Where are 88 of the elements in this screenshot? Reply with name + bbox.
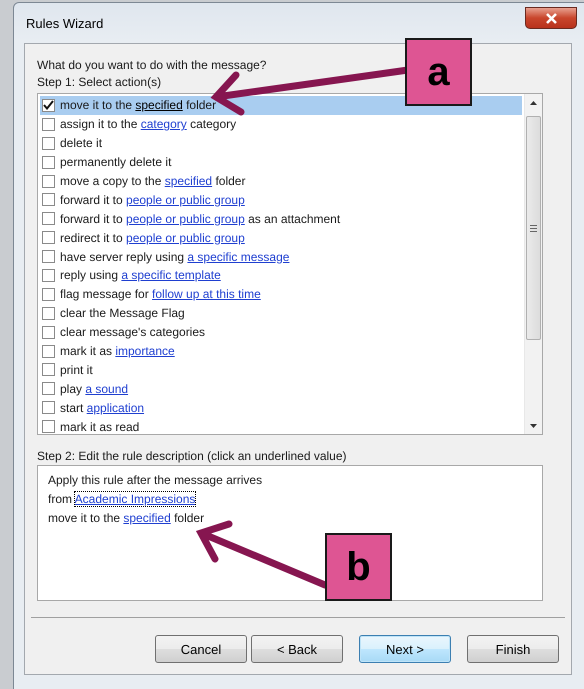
link[interactable]: a specific template <box>121 268 221 282</box>
wizard-button[interactable]: Cancel <box>155 635 247 663</box>
action-label: flag message for follow up at this time <box>60 287 261 302</box>
checkbox[interactable] <box>42 382 55 396</box>
action-row[interactable]: mark it as read <box>40 417 522 436</box>
action-row[interactable]: start application <box>40 398 522 418</box>
action-label: have server reply using a specific message <box>60 250 290 264</box>
callout-label: b <box>325 533 392 601</box>
action-row[interactable]: clear message's categories <box>40 322 522 342</box>
action-row[interactable]: move a copy to the specified folder <box>40 172 522 190</box>
window-title: Rules Wizard <box>26 16 104 30</box>
action-label: clear message's categories <box>60 325 206 340</box>
link[interactable]: a sound <box>85 382 128 396</box>
action-label: permanently delete it <box>60 155 172 170</box>
action-label: mark it as read <box>60 420 140 434</box>
checkbox[interactable] <box>42 268 55 282</box>
close-button[interactable] <box>525 7 577 29</box>
action-label: mark it as importance <box>60 344 175 358</box>
checkbox[interactable] <box>42 212 55 226</box>
link[interactable]: specified <box>164 174 212 188</box>
checkbox[interactable] <box>42 306 55 320</box>
callout-label: a <box>405 38 472 106</box>
link[interactable]: Academic Impressions <box>74 492 196 506</box>
action-row[interactable]: clear the Message Flag <box>40 304 522 323</box>
link[interactable]: people or public group <box>126 212 245 226</box>
checkbox[interactable] <box>42 174 55 188</box>
action-row[interactable]: permanently delete it <box>40 152 522 172</box>
checkbox[interactable] <box>42 193 55 206</box>
action-label: move a copy to the specified folder <box>60 174 246 188</box>
action-row[interactable]: mark it as importance <box>40 342 522 360</box>
grip-icon <box>530 224 537 232</box>
checkbox[interactable] <box>42 288 55 301</box>
link[interactable]: specified <box>123 511 171 525</box>
action-row[interactable]: flag message for follow up at this time <box>40 284 522 304</box>
scroll-up-icon[interactable] <box>530 100 537 104</box>
action-label: clear the Message Flag <box>60 306 185 320</box>
action-row[interactable]: move it to the specified folder <box>40 96 522 115</box>
link[interactable]: people or public group <box>126 230 245 245</box>
link[interactable]: a specific message <box>187 250 290 264</box>
action-label: redirect it to people or public group <box>60 230 245 245</box>
checkbox[interactable] <box>42 156 55 169</box>
description-line: from Academic Impressions <box>48 491 196 508</box>
action-label: play a sound <box>60 382 128 396</box>
action-row[interactable]: print it <box>40 360 522 380</box>
link[interactable]: application <box>86 400 144 415</box>
scroll-down-icon[interactable] <box>530 424 537 428</box>
action-label: assign it to the category category <box>60 117 236 132</box>
action-label: print it <box>60 362 93 377</box>
checkbox[interactable] <box>42 401 55 414</box>
scrollbar[interactable] <box>524 94 542 434</box>
action-label: forward it to people or public group as an attachment <box>60 212 340 226</box>
action-label: forward it to people or public group <box>60 192 245 207</box>
link[interactable]: importance <box>115 344 175 358</box>
wizard-button[interactable]: < Back <box>251 635 343 663</box>
action-row[interactable]: assign it to the category category <box>40 114 522 134</box>
checkbox[interactable] <box>42 98 55 112</box>
action-row[interactable]: reply using a specific template <box>40 266 522 285</box>
action-row[interactable]: delete it <box>40 134 522 153</box>
checkbox[interactable] <box>42 136 55 150</box>
action-label: start application <box>60 400 144 415</box>
link[interactable]: specified <box>135 98 183 112</box>
step-label: Step 2: Edit the rule description (click an underlined value) <box>37 448 347 465</box>
action-row[interactable]: forward it to people or public group <box>40 190 522 210</box>
description-line: Apply this rule after the message arrives <box>48 472 264 489</box>
scroll-thumb[interactable] <box>526 116 541 340</box>
link[interactable]: category <box>140 117 187 132</box>
action-row[interactable]: have server reply using a specific message <box>40 247 522 266</box>
action-label: reply using a specific template <box>60 268 221 282</box>
checkbox[interactable] <box>42 326 55 339</box>
wizard-button[interactable]: Next > <box>359 635 451 663</box>
close-icon <box>544 12 558 24</box>
action-label: delete it <box>60 136 102 150</box>
description-line: move it to the specified folder <box>48 510 206 527</box>
checkbox[interactable] <box>42 363 55 376</box>
action-row[interactable]: forward it to people or public group as an attachment <box>40 209 522 228</box>
checkbox[interactable] <box>42 231 55 244</box>
link[interactable]: follow up at this time <box>152 287 261 302</box>
action-row[interactable]: redirect it to people or public group <box>40 228 522 248</box>
question-text: What do you want to do with the message? <box>37 57 266 74</box>
action-row[interactable]: play a sound <box>40 379 522 398</box>
checkbox[interactable] <box>42 250 55 264</box>
link[interactable]: people or public group <box>126 192 245 207</box>
checkbox[interactable] <box>42 118 55 131</box>
action-label: move it to the specified folder <box>60 98 216 112</box>
wizard-button[interactable]: Finish <box>467 635 559 663</box>
checkbox[interactable] <box>42 344 55 358</box>
step-label: Step 1: Select action(s) <box>37 74 162 91</box>
checkbox[interactable] <box>42 420 55 434</box>
